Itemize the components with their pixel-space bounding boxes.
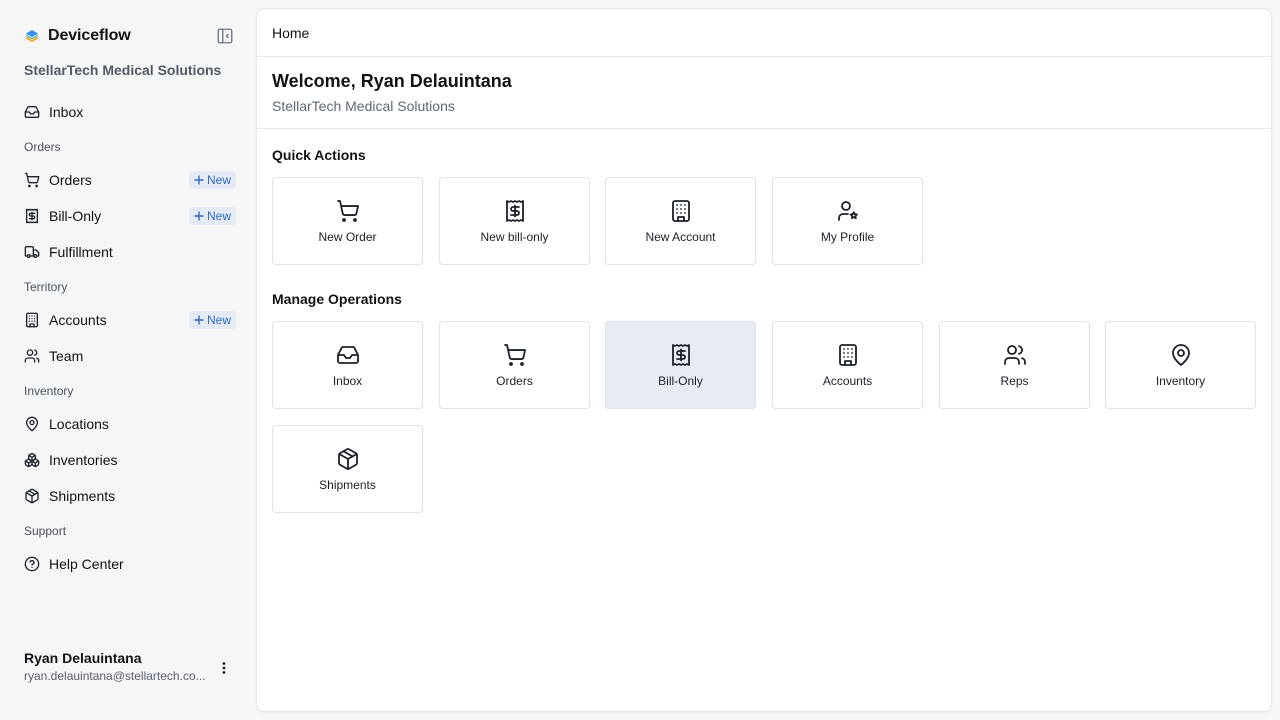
- sidebar-item-label: Inventories: [49, 452, 118, 468]
- plus-icon: [194, 315, 204, 325]
- building-icon: [836, 343, 860, 367]
- sidebar-item-label: Help Center: [49, 556, 124, 572]
- sidebar-item-bill-only[interactable]: Bill-Only New: [16, 202, 240, 230]
- tile-label: My Profile: [820, 229, 875, 244]
- sidebar-toggle-icon[interactable]: [216, 27, 234, 45]
- operation-orders[interactable]: Orders: [439, 321, 590, 409]
- more-vertical-icon[interactable]: [216, 660, 232, 676]
- operation-accounts[interactable]: Accounts: [772, 321, 923, 409]
- brand[interactable]: Deviceflow: [24, 26, 131, 46]
- sidebar-item-orders[interactable]: Orders New: [16, 166, 240, 194]
- plus-icon: [194, 175, 204, 185]
- sidebar-item-label: Orders: [49, 172, 92, 188]
- new-account-button[interactable]: New: [188, 311, 236, 329]
- inbox-icon: [336, 343, 360, 367]
- sidebar-item-label: Team: [49, 348, 84, 364]
- tile-label: Inbox: [332, 373, 363, 388]
- sidebar-item-inbox[interactable]: Inbox: [16, 98, 240, 126]
- section-label-orders: Orders: [24, 140, 61, 154]
- tile-label: Orders: [496, 373, 533, 388]
- sidebar-item-fulfillment[interactable]: Fulfillment: [16, 238, 240, 266]
- new-order-button[interactable]: New: [188, 171, 236, 189]
- receipt-icon: [669, 343, 693, 367]
- sidebar-item-label: Bill-Only: [49, 208, 102, 224]
- package-icon: [336, 447, 360, 471]
- help-circle-icon: [24, 556, 40, 572]
- page-subtitle: StellarTech Medical Solutions: [272, 98, 455, 114]
- sidebar-item-label: Fulfillment: [49, 244, 113, 260]
- quick-action-my-profile[interactable]: My Profile: [772, 177, 923, 265]
- receipt-icon: [503, 199, 527, 223]
- boxes-icon: [24, 452, 40, 468]
- new-label: New: [206, 313, 231, 327]
- new-bill-only-button[interactable]: New: [188, 207, 236, 225]
- cart-icon: [24, 172, 40, 188]
- sidebar-item-inventories[interactable]: Inventories: [16, 446, 240, 474]
- tile-label: New bill-only: [480, 229, 549, 244]
- sidebar-item-team[interactable]: Team: [16, 342, 240, 370]
- manage-operations-title: Manage Operations: [272, 291, 402, 307]
- operation-bill-only[interactable]: Bill-Only: [605, 321, 756, 409]
- building-icon: [669, 199, 693, 223]
- header-divider: [257, 56, 1271, 57]
- users-icon: [24, 348, 40, 364]
- operation-inbox[interactable]: Inbox: [272, 321, 423, 409]
- map-pin-icon: [1169, 343, 1193, 367]
- inbox-icon: [24, 104, 40, 120]
- tile-label: New Order: [318, 229, 377, 244]
- sidebar-item-accounts[interactable]: Accounts New: [16, 306, 240, 334]
- map-pin-icon: [24, 416, 40, 432]
- sidebar-item-label: Shipments: [49, 488, 116, 504]
- sidebar-item-label: Inbox: [49, 104, 84, 120]
- operation-inventory[interactable]: Inventory: [1105, 321, 1256, 409]
- user-name: Ryan Delauintana: [24, 650, 142, 666]
- quick-action-new-account[interactable]: New Account: [605, 177, 756, 265]
- quick-action-new-bill-only[interactable]: New bill-only: [439, 177, 590, 265]
- users-icon: [1003, 343, 1027, 367]
- section-label-territory: Territory: [24, 280, 68, 294]
- plus-icon: [194, 211, 204, 221]
- sidebar-item-label: Locations: [49, 416, 109, 432]
- tile-label: New Account: [645, 229, 716, 244]
- sidebar-item-shipments[interactable]: Shipments: [16, 482, 240, 510]
- user-profile[interactable]: Ryan Delauintana ryan.delauintana@stella…: [24, 650, 224, 683]
- cart-icon: [336, 199, 360, 223]
- tile-label: Reps: [1000, 373, 1029, 388]
- main-panel: Home Welcome, Ryan Delauintana StellarTe…: [256, 8, 1272, 712]
- operation-reps[interactable]: Reps: [939, 321, 1090, 409]
- welcome-divider: [257, 128, 1271, 129]
- app-name: Deviceflow: [48, 27, 131, 44]
- tile-label: Inventory: [1155, 373, 1206, 388]
- cart-icon: [503, 343, 527, 367]
- quick-action-new-order[interactable]: New Order: [272, 177, 423, 265]
- quick-actions-title: Quick Actions: [272, 147, 366, 163]
- user-email: ryan.delauintana@stellartech.co...: [24, 669, 206, 683]
- sidebar: Deviceflow StellarTech Medical Solutions…: [0, 0, 256, 720]
- tile-label: Accounts: [822, 373, 873, 388]
- truck-icon: [24, 244, 40, 260]
- operation-shipments[interactable]: Shipments: [272, 425, 423, 513]
- new-label: New: [206, 173, 231, 187]
- package-icon: [24, 488, 40, 504]
- new-label: New: [206, 209, 231, 223]
- sidebar-item-help-center[interactable]: Help Center: [16, 550, 240, 578]
- user-star-icon: [836, 199, 860, 223]
- tile-label: Shipments: [319, 477, 376, 492]
- sidebar-item-locations[interactable]: Locations: [16, 410, 240, 438]
- sidebar-item-label: Accounts: [49, 312, 107, 328]
- page-title: Welcome, Ryan Delauintana: [272, 71, 512, 91]
- section-label-support: Support: [24, 524, 67, 538]
- org-name: StellarTech Medical Solutions: [24, 62, 222, 78]
- tile-label: Bill-Only: [658, 373, 703, 388]
- deviceflow-logo-icon: [24, 28, 40, 44]
- section-label-inventory: Inventory: [24, 384, 74, 398]
- building-icon: [24, 312, 40, 328]
- receipt-icon: [24, 208, 40, 224]
- breadcrumb[interactable]: Home: [272, 25, 309, 41]
